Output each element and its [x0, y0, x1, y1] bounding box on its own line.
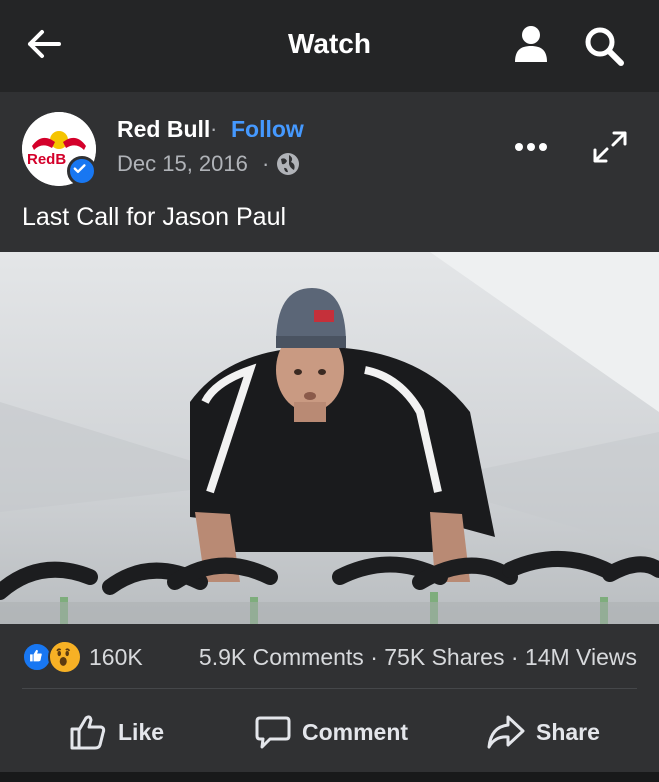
reaction-count[interactable]: 160K	[89, 644, 143, 671]
shares-count[interactable]: 75K Shares	[384, 644, 504, 670]
expand-icon[interactable]	[592, 130, 628, 164]
video-player[interactable]	[0, 252, 659, 624]
engagement-stats: 5.9K Comments · 75K Shares · 14M Views	[199, 644, 637, 671]
thumbs-up-icon	[70, 715, 106, 750]
globe-icon	[277, 153, 299, 175]
video-frame-image	[0, 252, 659, 624]
author-name[interactable]: Red Bull	[117, 116, 210, 143]
svg-text:RedB: RedB	[27, 151, 66, 168]
follow-button[interactable]: Follow	[231, 116, 304, 143]
search-icon[interactable]	[583, 26, 625, 66]
comment-label: Comment	[302, 718, 409, 745]
comment-button[interactable]: Comment	[254, 710, 408, 754]
separator-dot: ·	[510, 644, 519, 670]
comments-count[interactable]: 5.9K Comments	[199, 644, 364, 670]
bottom-strip	[0, 772, 659, 782]
like-label: Like	[118, 718, 165, 745]
top-bar: Watch	[0, 0, 659, 92]
share-button[interactable]: Share	[486, 710, 600, 754]
comment-bubble-icon	[255, 716, 291, 749]
page-title: Watch	[288, 28, 371, 59]
like-button[interactable]: Like	[68, 710, 164, 754]
more-options-icon[interactable]	[513, 140, 549, 154]
separator-dot: ·	[370, 644, 378, 670]
wow-reaction-icon[interactable]	[48, 640, 82, 674]
share-arrow-icon	[487, 715, 525, 749]
post-caption: Last Call for Jason Paul	[22, 203, 287, 231]
post-date[interactable]: Dec 15, 2016	[117, 151, 248, 177]
person-icon[interactable]	[513, 24, 549, 64]
views-count: 14M Views	[524, 644, 637, 670]
divider	[22, 688, 637, 689]
verified-badge-icon	[67, 156, 97, 186]
separator-dot: ·	[210, 116, 218, 141]
separator-dot: ·	[262, 151, 270, 176]
share-label: Share	[536, 718, 600, 745]
